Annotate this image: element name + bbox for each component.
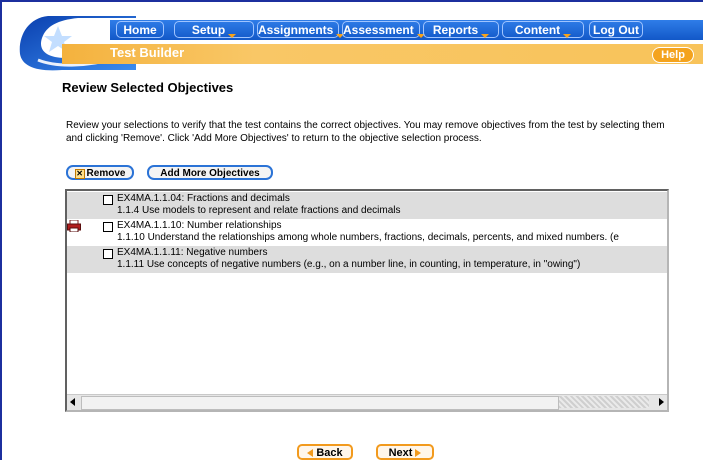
nav-content[interactable]: Content — [502, 21, 584, 38]
nav-assignments[interactable]: Assignments — [257, 21, 345, 38]
section-title: Test Builder — [110, 45, 185, 60]
objective-row[interactable]: EX4MA.1.1.10: Number relationships 1.1.1… — [67, 219, 667, 246]
next-arrow-icon — [415, 449, 422, 457]
objective-description: 1.1.11 Use concepts of negative numbers … — [117, 259, 581, 270]
objective-row[interactable]: EX4MA.1.1.04: Fractions and decimals 1.1… — [67, 192, 667, 219]
chevron-down-icon — [563, 34, 572, 38]
objectives-listbox[interactable]: EX4MA.1.1.04: Fractions and decimals 1.1… — [65, 189, 669, 412]
horizontal-scrollbar[interactable] — [67, 394, 667, 410]
next-button[interactable]: Next — [376, 444, 434, 460]
objective-checkbox[interactable] — [103, 222, 113, 232]
objective-title: EX4MA.1.1.10: Number relationships — [117, 220, 282, 231]
objective-title: EX4MA.1.1.11: Negative numbers — [117, 247, 268, 258]
nav-assessment[interactable]: Assessment — [342, 21, 425, 38]
nav-logout[interactable]: Log Out — [589, 21, 643, 38]
remove-button[interactable]: ✕ Remove — [66, 165, 134, 180]
add-more-objectives-button[interactable]: Add More Objectives — [147, 165, 273, 180]
scroll-right-icon[interactable] — [659, 398, 664, 406]
nav-home[interactable]: Home — [116, 21, 164, 38]
remove-x-icon: ✕ — [74, 169, 85, 179]
objective-checkbox[interactable] — [103, 195, 113, 205]
page-title: Review Selected Objectives — [62, 80, 234, 95]
objective-row[interactable]: EX4MA.1.1.11: Negative numbers 1.1.11 Us… — [67, 246, 667, 273]
objective-description: 1.1.4 Use models to represent and relate… — [117, 205, 401, 216]
scroll-track[interactable] — [559, 396, 649, 408]
intro-text: Review your selections to verify that th… — [66, 120, 665, 144]
back-button[interactable]: Back — [297, 444, 353, 460]
chevron-down-icon — [481, 34, 490, 38]
objective-checkbox[interactable] — [103, 249, 113, 259]
nav-reports[interactable]: Reports — [423, 21, 499, 38]
help-button[interactable]: Help — [652, 47, 694, 63]
objective-title: EX4MA.1.1.04: Fractions and decimals — [117, 193, 290, 204]
nav-setup[interactable]: Setup — [174, 21, 254, 38]
objective-description: 1.1.10 Understand the relationships amon… — [117, 232, 619, 243]
printer-icon — [67, 220, 81, 232]
back-arrow-icon — [307, 449, 314, 457]
scroll-left-icon[interactable] — [70, 398, 75, 406]
chevron-down-icon — [228, 34, 237, 38]
scroll-thumb[interactable] — [81, 396, 559, 410]
